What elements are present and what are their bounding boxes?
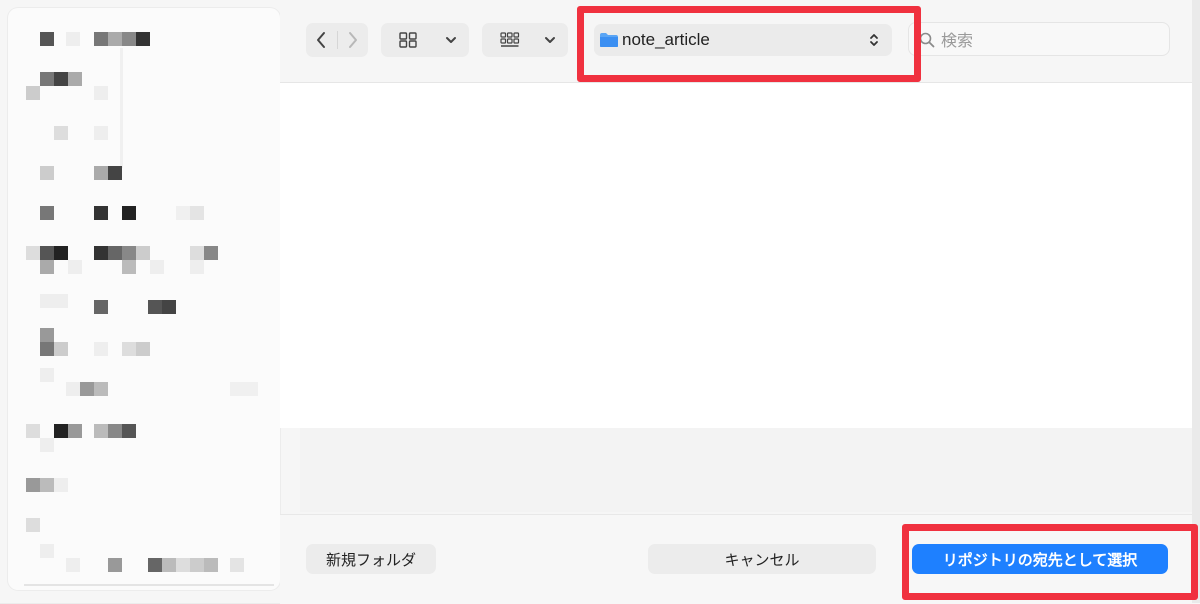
pixelated-block xyxy=(40,166,54,180)
pixelated-block xyxy=(94,382,108,396)
pixelated-block xyxy=(94,424,108,438)
pixelated-block xyxy=(66,382,80,396)
pixelated-block xyxy=(40,478,54,492)
pixelated-block xyxy=(26,518,40,532)
pixelated-block xyxy=(40,294,54,308)
sidebar xyxy=(8,8,280,590)
pixelated-block xyxy=(108,32,122,46)
pixelated-block xyxy=(40,32,54,46)
navigation-control xyxy=(306,23,368,57)
pixelated-block xyxy=(122,342,136,356)
pixelated-block xyxy=(68,72,82,86)
pixelated-block xyxy=(68,424,82,438)
search-icon xyxy=(919,32,935,48)
pixelated-block xyxy=(94,300,108,314)
pixelated-block xyxy=(54,126,68,140)
pixelated-block xyxy=(122,260,136,274)
pixelated-block xyxy=(26,246,40,260)
pixelated-block xyxy=(230,382,244,396)
pixelated-block xyxy=(122,206,136,220)
pixelated-block xyxy=(176,206,190,220)
back-button[interactable] xyxy=(306,23,336,57)
pixelated-block xyxy=(148,300,162,314)
window-edge xyxy=(1192,0,1200,603)
cancel-button[interactable]: キャンセル xyxy=(648,544,876,574)
pixelated-block xyxy=(204,558,218,572)
pixelated-block xyxy=(66,32,80,46)
pixelated-block xyxy=(94,126,108,140)
pixelated-block xyxy=(54,246,68,260)
pixelated-block xyxy=(244,382,258,396)
pixelated-block xyxy=(40,368,54,382)
grid-view-icon xyxy=(399,32,417,48)
pixelated-block xyxy=(122,424,136,438)
group-by-icon xyxy=(500,32,520,47)
pixelated-block xyxy=(108,424,122,438)
pixelated-block xyxy=(66,558,80,572)
pixelated-block xyxy=(122,32,136,46)
search-input[interactable] xyxy=(939,28,1163,52)
pixelated-block xyxy=(40,206,54,220)
pixelated-block xyxy=(148,558,162,572)
chevron-down-icon xyxy=(545,37,555,43)
pixelated-block xyxy=(26,86,40,100)
pixelated-block xyxy=(40,246,54,260)
pixelated-block xyxy=(80,382,94,396)
pixelated-block xyxy=(40,260,54,274)
sidebar-tree-guide xyxy=(120,48,123,168)
chevron-right-icon xyxy=(349,32,357,48)
pixelated-block xyxy=(108,558,122,572)
pixelated-block xyxy=(204,246,218,260)
pixelated-block xyxy=(190,260,204,274)
pixelated-block xyxy=(40,438,54,452)
sidebar-divider xyxy=(24,584,274,586)
pixelated-block xyxy=(94,246,108,260)
pixelated-block xyxy=(108,246,122,260)
pixelated-block xyxy=(136,32,150,46)
pixelated-block xyxy=(68,260,82,274)
search-field[interactable] xyxy=(908,22,1170,56)
view-mode-button[interactable] xyxy=(381,23,469,57)
new-folder-button[interactable]: 新規フォルダ xyxy=(306,544,436,574)
pixelated-block xyxy=(94,206,108,220)
pixelated-block xyxy=(190,206,204,220)
pixelated-block xyxy=(40,544,54,558)
chevron-down-icon xyxy=(446,37,456,43)
pixelated-block xyxy=(40,328,54,342)
file-chooser-dialog: note_article 新規フォルダ キャンセル リポジトリの宛先として選択 xyxy=(0,0,1200,604)
pixelated-block xyxy=(94,166,108,180)
chevron-left-icon xyxy=(317,32,325,48)
highlight-select-button xyxy=(902,524,1198,600)
pixelated-block xyxy=(54,342,68,356)
pixelated-block xyxy=(54,72,68,86)
pixelated-block xyxy=(162,300,176,314)
highlight-location xyxy=(577,6,921,82)
group-by-button[interactable] xyxy=(482,23,568,57)
pixelated-block xyxy=(94,32,108,46)
pixelated-block xyxy=(162,558,176,572)
pixelated-block xyxy=(150,260,164,274)
pixelated-block xyxy=(26,424,40,438)
pixelated-block xyxy=(108,166,122,180)
pixelated-block xyxy=(54,424,68,438)
pixelated-block xyxy=(230,558,244,572)
forward-button[interactable] xyxy=(338,23,368,57)
pixelated-block xyxy=(190,246,204,260)
pixelated-block xyxy=(136,246,150,260)
pixelated-block xyxy=(40,72,54,86)
pixelated-block xyxy=(122,246,136,260)
pixelated-block xyxy=(26,478,40,492)
pixelated-block xyxy=(94,86,108,100)
file-list-area[interactable] xyxy=(280,83,1200,428)
options-area xyxy=(300,428,1200,512)
pixelated-block xyxy=(176,558,190,572)
pixelated-block xyxy=(54,478,68,492)
pixelated-block xyxy=(54,294,68,308)
pixelated-block xyxy=(136,342,150,356)
pixelated-block xyxy=(190,558,204,572)
pixelated-block xyxy=(40,342,54,356)
pixelated-block xyxy=(94,342,108,356)
